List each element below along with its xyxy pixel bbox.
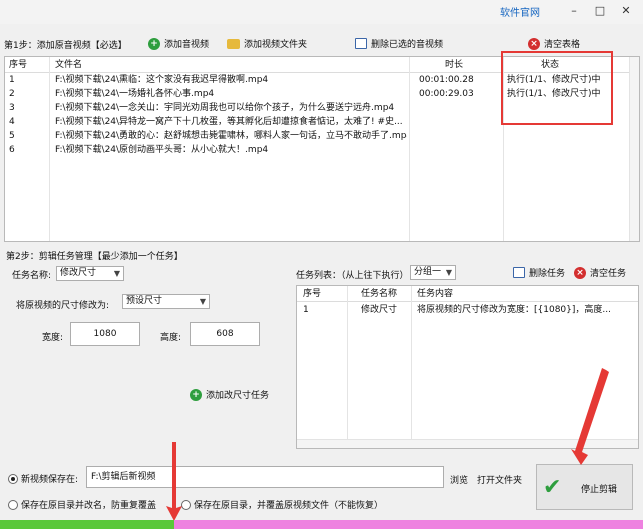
annotation-arrows (166, 368, 609, 521)
progress-bar (0, 520, 643, 529)
red-arrow-right (571, 368, 609, 465)
progress-fill (0, 520, 174, 529)
red-arrow-bottom (166, 442, 182, 521)
